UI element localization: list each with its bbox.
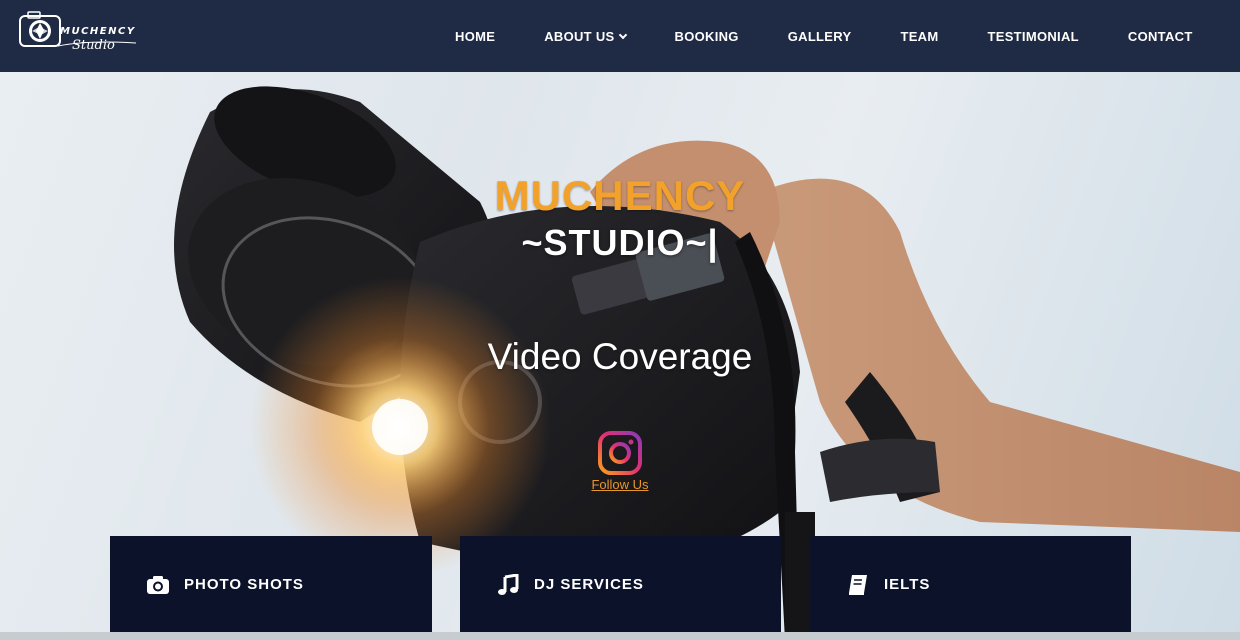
service-label: DJ SERVICES [534,576,644,593]
service-card-ielts[interactable]: IELTS [810,536,1131,640]
service-card-photo-shots[interactable]: PHOTO SHOTS [110,536,432,640]
instagram-icon[interactable] [597,430,643,476]
main-nav: HOME ABOUT US BOOKING GALLERY TEAM TESTI… [455,0,1193,72]
service-label: PHOTO SHOTS [184,576,304,593]
follow-us-link[interactable]: Follow Us [560,477,680,492]
nav-booking[interactable]: BOOKING [675,29,739,44]
service-label: IELTS [884,576,931,593]
logo-text-bottom: Studio [72,38,115,53]
hero-title-studio: ~STUDIO~| [521,222,719,263]
section-divider [0,632,1240,640]
logo-text-top: MUCHENCY [60,26,136,37]
camera-icon [146,574,170,596]
top-navbar: MUCHENCY Studio HOME ABOUT US BOOKING GA… [0,0,1240,72]
nav-gallery[interactable]: GALLERY [788,29,852,44]
nav-about-us-label: ABOUT US [544,28,615,44]
nav-contact[interactable]: CONTACT [1128,29,1193,44]
nav-testimonial[interactable]: TESTIMONIAL [987,29,1078,44]
music-note-icon [496,574,520,596]
nav-home[interactable]: HOME [455,29,495,44]
nav-about-us[interactable]: ABOUT US [544,28,627,44]
chevron-down-icon [618,30,627,39]
brand-logo[interactable]: MUCHENCY Studio [18,10,143,60]
book-icon [846,574,870,596]
nav-team[interactable]: TEAM [900,29,938,44]
hero-subtitle: Video Coverage [487,336,753,377]
hero-title-brand: MUCHENCY [494,172,746,219]
service-card-dj-services[interactable]: DJ SERVICES [460,536,781,640]
